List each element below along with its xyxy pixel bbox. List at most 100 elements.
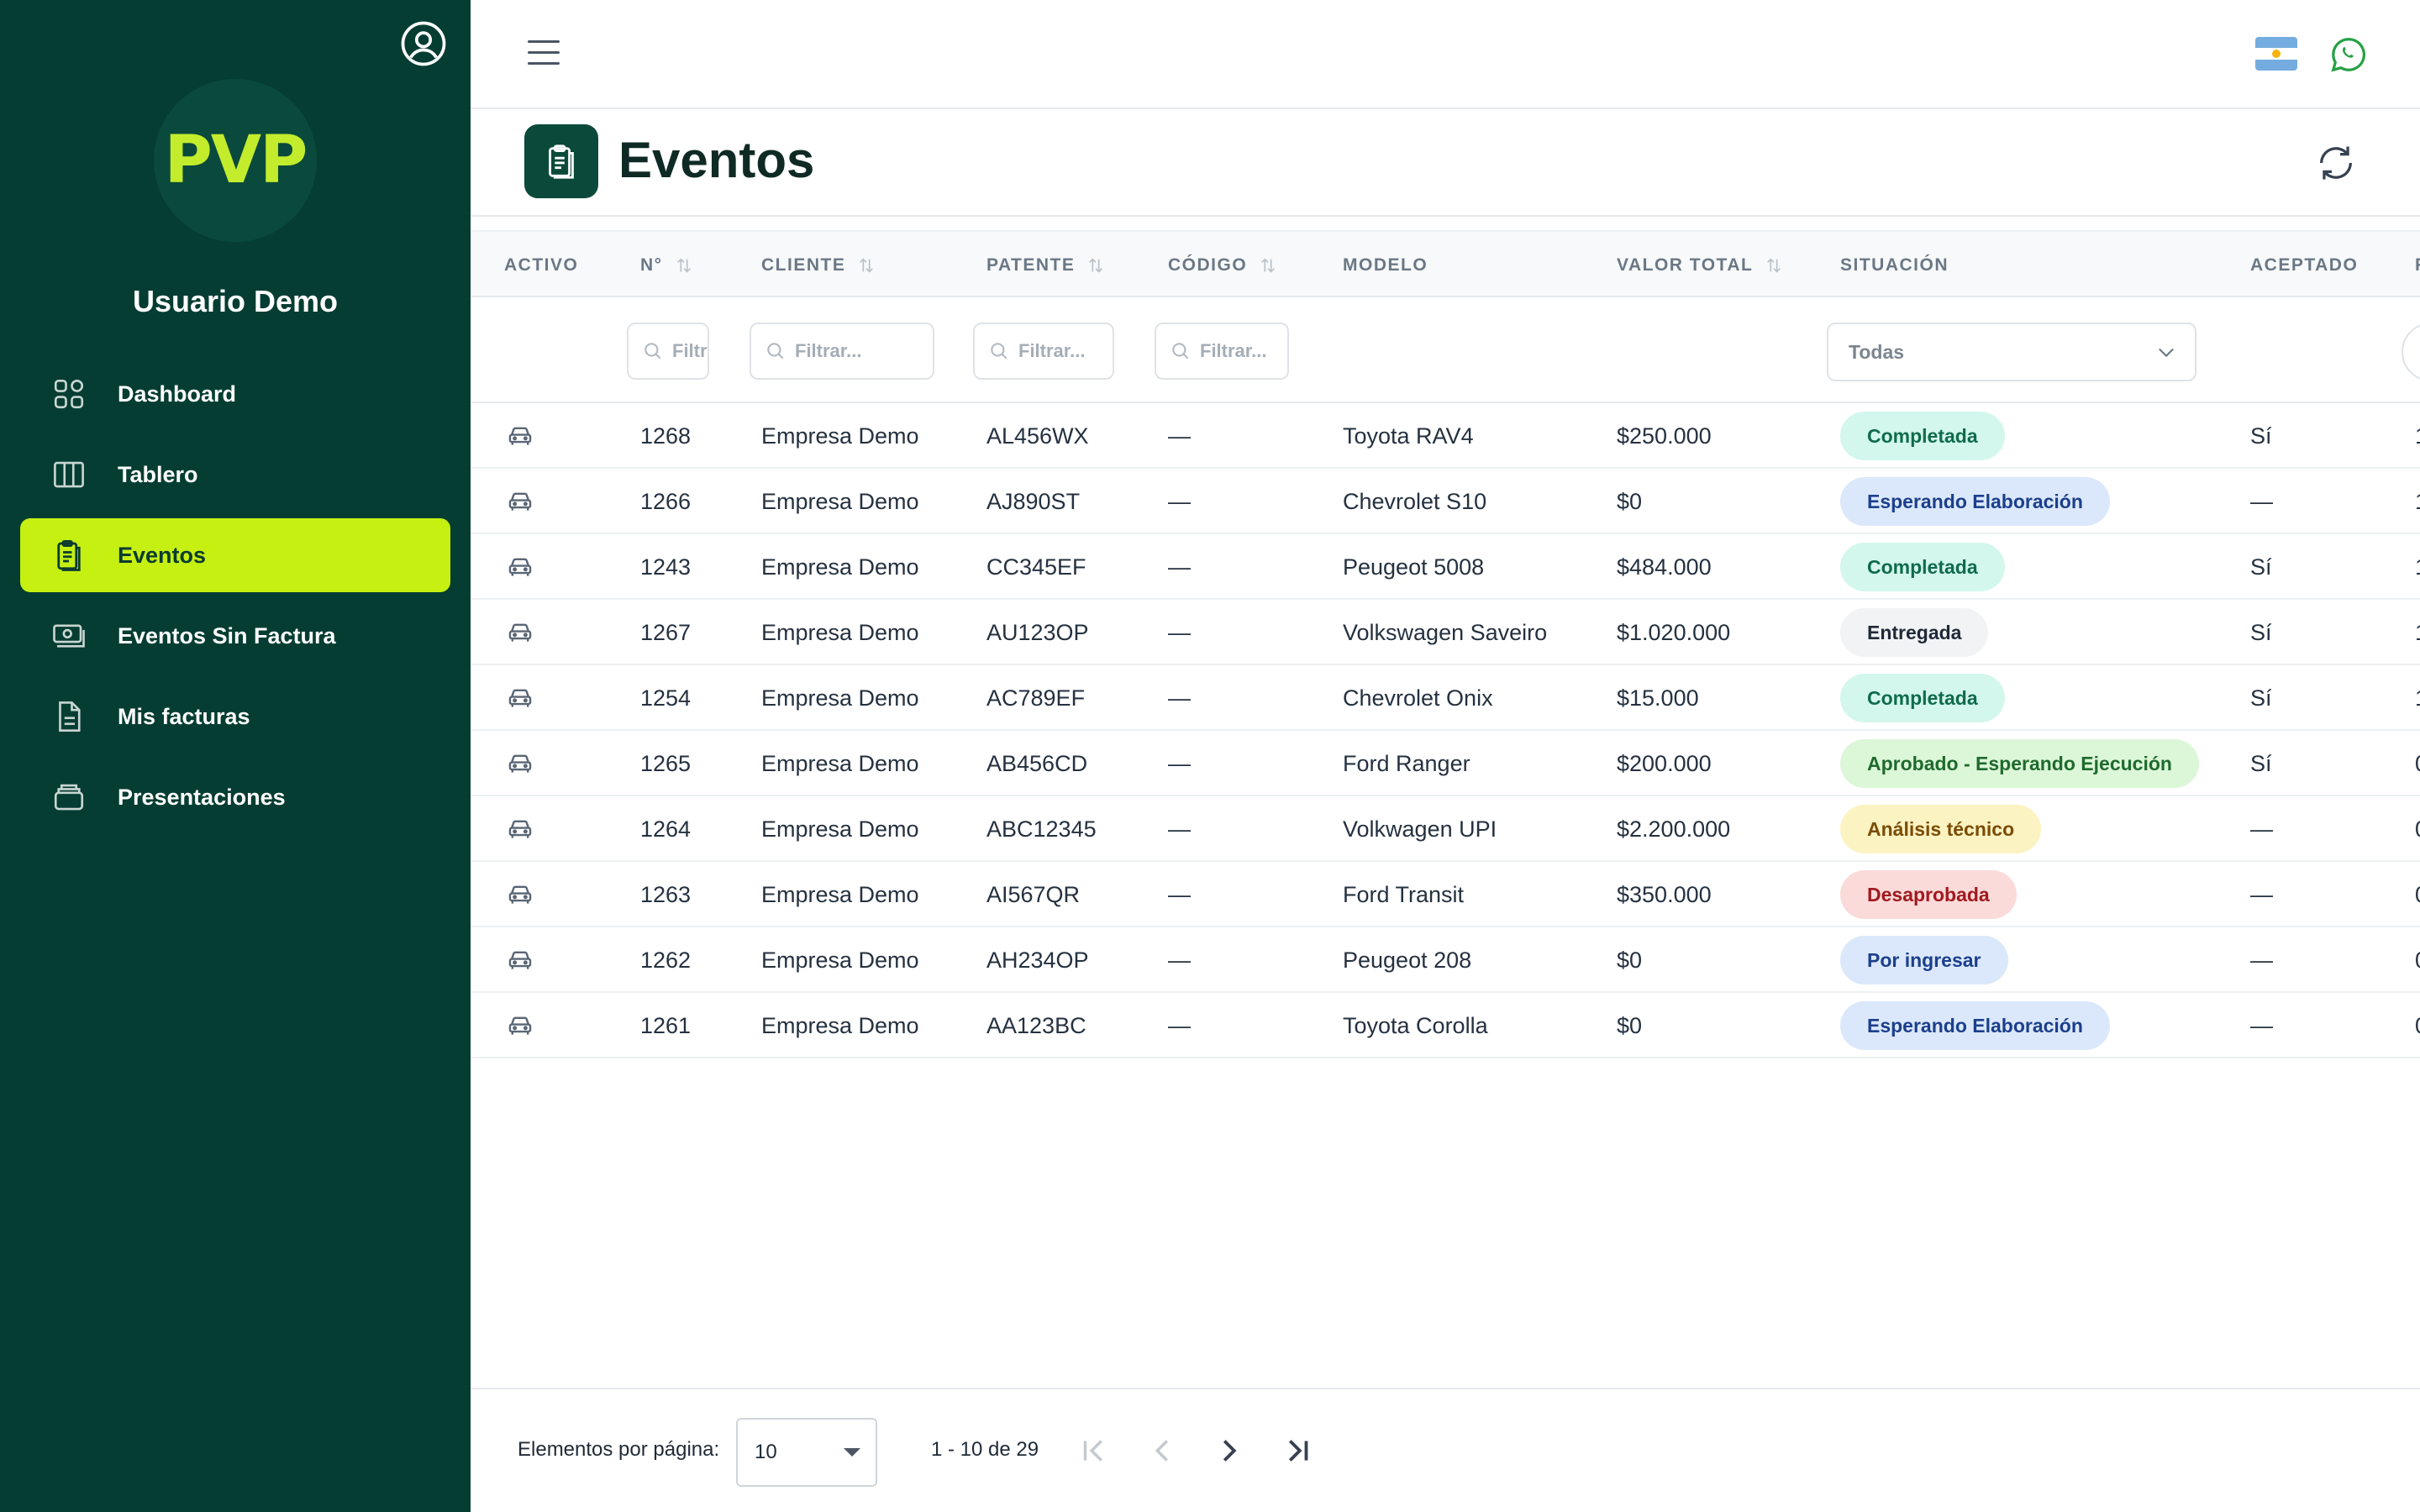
sidebar-nav: Dashboard Tablero Eventos Eventos Sin Fa… — [20, 357, 450, 841]
activo-cell — [506, 600, 534, 665]
page-header: Eventos — [471, 109, 2420, 217]
codigo-cell: — — [1168, 488, 1191, 514]
modelo-cell: Toyota RAV4 — [1343, 423, 1474, 449]
patente-cell: AI567QR — [986, 881, 1081, 907]
situacion-cell: Análisis técnico — [1840, 796, 2042, 862]
clipboard-icon — [50, 537, 87, 574]
status-badge: Análisis técnico — [1840, 805, 2042, 853]
sidebar-item-label: Dashboard — [118, 381, 237, 407]
numero-filter-input[interactable]: Filtrar... — [627, 323, 709, 380]
activo-cell — [506, 796, 534, 862]
top-bar — [471, 0, 2420, 109]
valor-cell: $350.000 — [1617, 881, 1712, 907]
grid-icon — [50, 375, 87, 412]
col-valor-total[interactable]: VALOR TOTAL — [1617, 232, 1783, 299]
col-patente[interactable]: PATENTE — [986, 232, 1105, 299]
status-badge: Entregada — [1840, 608, 1989, 657]
table-header: ACTIVO N° CLIENTE PATENTE CÓDIGO MODELO … — [471, 230, 2420, 297]
modelo-cell: Ford Transit — [1343, 881, 1465, 907]
page-size-label: Elementos por página: — [518, 1438, 720, 1461]
col-situacion: SITUACIÓN — [1840, 255, 1949, 275]
situacion-cell: Desaprobada — [1840, 862, 2017, 927]
numero-cell: 1254 — [640, 685, 692, 711]
numero-cell: 1243 — [640, 554, 692, 580]
sidebar-item-eventos[interactable]: Eventos — [20, 518, 450, 592]
sidebar: PVP Usuario Demo Dashboard Tablero Event… — [0, 0, 471, 1512]
sort-icon[interactable] — [1086, 256, 1105, 275]
extra-cell: 0 — [2415, 796, 2420, 862]
patente-cell: AU123OP — [986, 619, 1089, 645]
aceptado-filter-toggle[interactable] — [2402, 323, 2420, 381]
whatsapp-icon[interactable] — [2329, 35, 2368, 74]
table-body: 1268 Empresa Demo AL456WX — Toyota RAV4 $250.… — [471, 403, 2420, 1058]
activo-cell — [506, 665, 534, 731]
argentina-flag-icon[interactable] — [2255, 37, 2297, 71]
last-page-icon[interactable] — [1277, 1431, 1316, 1470]
menu-toggle-icon[interactable] — [528, 40, 560, 66]
table-row[interactable]: 1266 Empresa Demo AJ890ST — Chevrolet S10 $0 E… — [471, 469, 2420, 534]
cash-icon — [50, 617, 87, 654]
car-icon — [508, 951, 532, 969]
modelo-cell: Toyota Corolla — [1343, 1012, 1488, 1038]
codigo-cell: — — [1168, 947, 1191, 973]
sidebar-item-presentaciones[interactable]: Presentaciones — [20, 760, 450, 834]
sort-icon[interactable] — [1259, 256, 1277, 275]
valor-cell: $484.000 — [1617, 554, 1712, 580]
patente-filter-input[interactable]: Filtrar... — [973, 323, 1114, 380]
situacion-filter-select[interactable]: Todas — [1827, 323, 2196, 381]
page-size-select[interactable]: 10 — [736, 1418, 877, 1487]
numero-cell: 1268 — [640, 423, 692, 449]
table-row[interactable]: 1263 Empresa Demo AI567QR — Ford Transit $350… — [471, 862, 2420, 927]
activo-cell — [506, 534, 534, 600]
table-row[interactable]: 1265 Empresa Demo AB456CD — Ford Ranger $200.… — [471, 731, 2420, 796]
col-numero[interactable]: N° — [640, 232, 693, 299]
next-page-icon[interactable] — [1210, 1431, 1249, 1470]
columns-icon — [50, 456, 87, 493]
activo-cell — [506, 927, 534, 993]
aceptado-cell: Sí — [2250, 554, 2272, 580]
cliente-cell: Empresa Demo — [761, 816, 919, 842]
table-row[interactable]: 1261 Empresa Demo AA123BC — Toyota Corolla $0… — [471, 993, 2420, 1058]
status-badge: Esperando Elaboración — [1840, 477, 2110, 526]
car-icon — [508, 623, 532, 642]
table-row[interactable]: 1262 Empresa Demo AH234OP — Peugeot 208 $0 Por… — [471, 927, 2420, 993]
table-row[interactable]: 1267 Empresa Demo AU123OP — Volkswagen Savei… — [471, 600, 2420, 665]
cliente-filter-input[interactable]: Filtrar... — [750, 323, 934, 380]
codigo-cell: — — [1168, 685, 1191, 711]
table-row[interactable]: 1268 Empresa Demo AL456WX — Toyota RAV4 $250.… — [471, 403, 2420, 469]
codigo-cell: — — [1168, 554, 1191, 580]
codigo-cell: — — [1168, 1012, 1191, 1038]
sidebar-item-label: Mis facturas — [118, 703, 250, 729]
codigo-filter-input[interactable]: Filtrar... — [1155, 323, 1289, 380]
table-row[interactable]: 1243 Empresa Demo CC345EF — Peugeot 5008 $484… — [471, 534, 2420, 600]
col-extra: F — [2415, 232, 2420, 299]
table-row[interactable]: 1254 Empresa Demo AC789EF — Chevrolet Onix $1… — [471, 665, 2420, 731]
sort-icon[interactable] — [1765, 256, 1783, 275]
user-account-icon[interactable] — [400, 20, 447, 67]
patente-cell: AH234OP — [986, 947, 1089, 973]
codigo-cell: — — [1168, 750, 1191, 776]
col-codigo[interactable]: CÓDIGO — [1168, 232, 1277, 299]
numero-cell: 1262 — [640, 947, 692, 973]
prev-page-icon[interactable] — [1143, 1431, 1181, 1470]
status-badge: Completada — [1840, 543, 2005, 591]
sidebar-item-label: Eventos Sin Factura — [118, 622, 336, 648]
sidebar-item-dashboard[interactable]: Dashboard — [20, 357, 450, 431]
sidebar-item-mis-facturas[interactable]: Mis facturas — [20, 680, 450, 753]
sidebar-item-tablero[interactable]: Tablero — [20, 438, 450, 512]
table-row[interactable]: 1264 Empresa Demo ABC12345 — Volkwagen UPI $2… — [471, 796, 2420, 862]
car-icon — [508, 427, 532, 445]
status-badge: Desaprobada — [1840, 870, 2017, 919]
sidebar-item-eventos-sin-factura[interactable]: Eventos Sin Factura — [20, 599, 450, 673]
sidebar-item-label: Presentaciones — [118, 784, 286, 810]
aceptado-cell: Sí — [2250, 619, 2272, 645]
first-page-icon[interactable] — [1076, 1431, 1114, 1470]
col-cliente[interactable]: CLIENTE — [761, 232, 876, 299]
sidebar-item-label: Tablero — [118, 461, 198, 487]
sort-icon[interactable] — [857, 256, 876, 275]
cliente-cell: Empresa Demo — [761, 947, 919, 973]
modelo-cell: Volkswagen Saveiro — [1343, 619, 1548, 645]
sort-icon[interactable] — [675, 256, 693, 275]
patente-cell: ABC12345 — [986, 816, 1097, 842]
refresh-icon[interactable] — [2314, 141, 2358, 185]
